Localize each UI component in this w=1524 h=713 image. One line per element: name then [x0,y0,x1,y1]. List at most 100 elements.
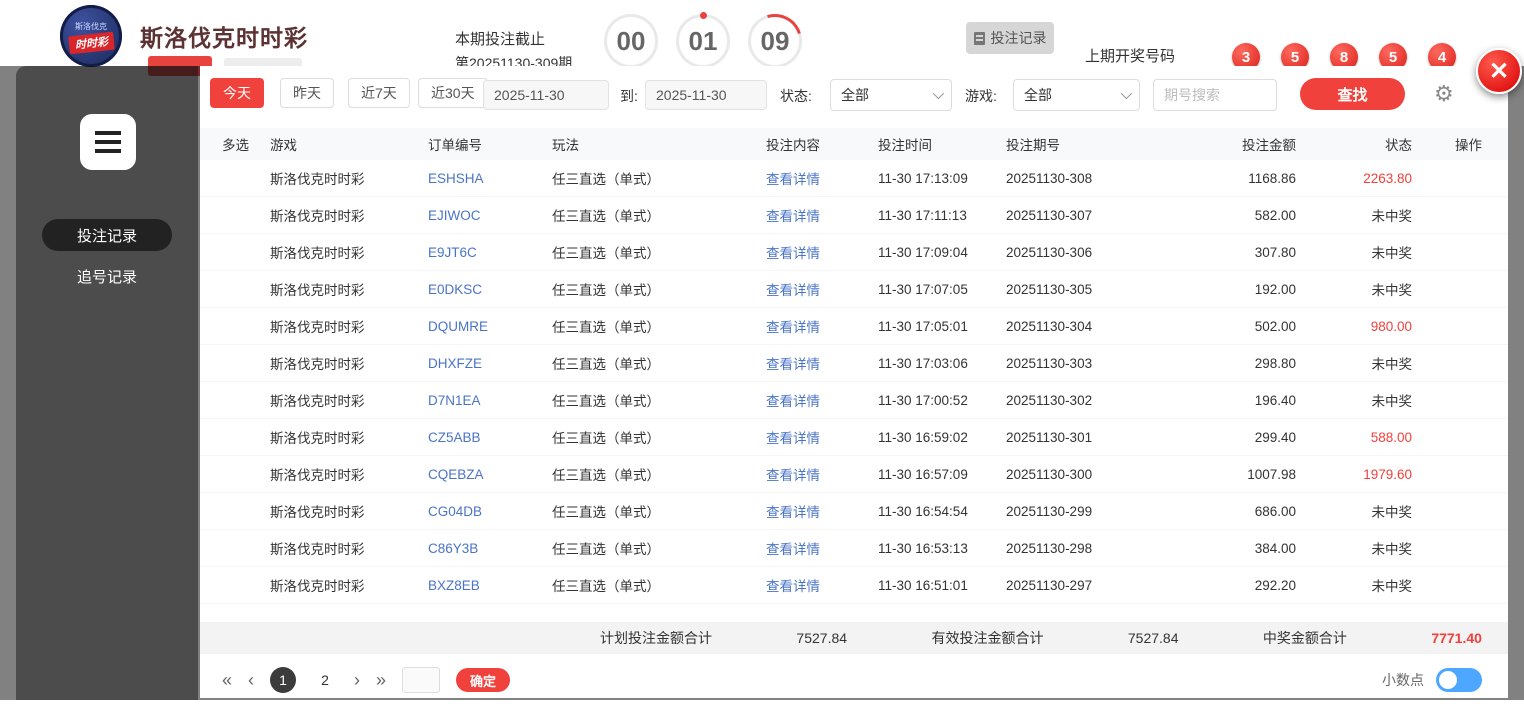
decimal-point-toggle[interactable] [1436,668,1482,692]
row-order-id[interactable]: CZ5ABB [428,430,552,445]
period-search-input[interactable] [1153,79,1277,111]
row-bet-time: 11-30 17:00:52 [878,392,968,408]
row-order-id[interactable]: BXZ8EB [428,578,552,593]
row-period: 20251130-302 [1006,392,1093,408]
row-order-id[interactable]: DHXFZE [428,356,552,371]
row-game: 斯洛伐克时时彩 [270,209,365,224]
view-detail-link[interactable]: 查看详情 [766,246,820,261]
col-bet-amount: 投注金额 [1242,138,1296,153]
plan-total-value: 7527.84 [796,630,848,646]
status-select[interactable]: 全部 [830,79,952,111]
win-total-label: 中奖金额合计 [1262,630,1347,646]
row-bet-time: 11-30 17:05:01 [878,318,968,334]
row-bet-time: 11-30 17:07:05 [878,281,968,297]
sidebar-item-bet-records[interactable]: 投注记录 [42,219,172,251]
first-page-button[interactable]: « [222,671,232,689]
plan-total-label: 计划投注金额合计 [600,630,712,646]
row-play-type: 任三直选（单式） [552,505,660,520]
last-page-button[interactable]: » [376,671,386,689]
row-game: 斯洛伐克时时彩 [270,505,365,520]
col-status: 状态 [1385,138,1412,153]
row-play-type: 任三直选（单式） [552,357,660,372]
row-period: 20251130-307 [1006,207,1093,223]
row-period: 20251130-305 [1006,281,1093,297]
row-game: 斯洛伐克时时彩 [270,431,365,446]
filter-yesterday-button[interactable]: 昨天 [280,78,334,108]
row-order-id[interactable]: CQEBZA [428,467,552,482]
row-play-type: 任三直选（单式） [552,431,660,446]
countdown-hours-value: 00 [616,25,646,56]
view-detail-link[interactable]: 查看详情 [766,283,820,298]
page-jump-input[interactable] [402,667,441,693]
col-order-id: 订单编号 [428,138,482,153]
view-detail-link[interactable]: 查看详情 [766,505,820,520]
row-period: 20251130-308 [1006,170,1093,186]
row-order-id[interactable]: E9JT6C [428,245,552,260]
logo-line1: 斯洛伐克 [75,21,107,31]
row-order-id[interactable]: DQUMRE [428,319,552,334]
view-detail-link[interactable]: 查看详情 [766,468,820,483]
lottery-logo: 斯洛伐克 时时彩 [60,5,122,67]
filter-7days-button[interactable]: 近7天 [348,78,410,108]
prev-page-button[interactable]: ‹ [248,671,254,689]
row-amount: 384.00 [1254,540,1296,556]
row-order-id[interactable]: E0DKSC [428,282,552,297]
view-detail-link[interactable]: 查看详情 [766,394,820,409]
view-detail-link[interactable]: 查看详情 [766,209,820,224]
next-page-button[interactable]: › [354,671,360,689]
date-from-input[interactable] [483,80,609,110]
row-game: 斯洛伐克时时彩 [270,172,365,187]
view-detail-link[interactable]: 查看详情 [766,357,820,372]
row-period: 20251130-300 [1006,466,1093,482]
table-header: 多选 游戏 订单编号 玩法 投注内容 投注时间 投注期号 投注金额 状态 操作 [200,128,1508,160]
close-modal-button[interactable]: ✕ [1476,48,1522,94]
row-order-id[interactable]: C86Y3B [428,541,552,556]
page-button-1[interactable]: 1 [270,667,297,693]
decimal-toggle-group: 小数点 [1382,668,1482,692]
row-bet-time: 11-30 16:53:13 [878,540,968,556]
view-detail-link[interactable]: 查看详情 [766,172,820,187]
game-select[interactable]: 全部 [1013,79,1140,111]
chevron-down-icon [1120,87,1133,100]
row-order-id[interactable]: CG04DB [428,504,552,519]
row-status: 1979.60 [1363,466,1412,482]
date-to-input[interactable] [645,80,767,110]
sidebar-item-chase-records[interactable]: 追号记录 [42,260,172,292]
search-button[interactable]: 查找 [1300,78,1405,110]
view-detail-link[interactable]: 查看详情 [766,542,820,557]
row-status: 未中奖 [1371,283,1413,298]
row-period: 20251130-306 [1006,244,1093,260]
row-period: 20251130-301 [1006,429,1093,445]
row-status: 未中奖 [1371,579,1413,594]
row-order-id[interactable]: D7N1EA [428,393,552,408]
page-jump-confirm-button[interactable]: 确定 [456,668,511,692]
row-play-type: 任三直选（单式） [552,542,660,557]
row-amount: 686.00 [1254,503,1296,519]
view-detail-link[interactable]: 查看详情 [766,579,820,594]
view-detail-link[interactable]: 查看详情 [766,320,820,335]
view-detail-link[interactable]: 查看详情 [766,431,820,446]
table-row: 斯洛伐克时时彩 E0DKSC 任三直选（单式） 查看详情 11-30 17:07… [200,271,1508,308]
row-order-id[interactable]: ESHSHA [428,171,552,186]
row-period: 20251130-297 [1006,577,1093,593]
row-amount: 582.00 [1254,207,1296,223]
row-status: 未中奖 [1371,394,1413,409]
row-order-id[interactable]: EJIWOC [428,208,552,223]
row-status: 未中奖 [1371,357,1413,372]
filter-today-button[interactable]: 今天 [210,78,264,108]
col-multi-select: 多选 [222,138,249,153]
bet-record-button[interactable]: 投注记录 [966,22,1054,54]
countdown-hours: 00 [604,14,658,68]
row-amount: 502.00 [1254,318,1296,334]
page-button-2[interactable]: 2 [312,667,338,693]
filter-30days-button[interactable]: 近30天 [418,78,488,108]
table-body: 斯洛伐克时时彩 ESHSHA 任三直选（单式） 查看详情 11-30 17:13… [200,160,1508,604]
gear-icon[interactable]: ⚙ [1434,81,1454,107]
modal-sidebar: 投注记录 追号记录 [16,66,198,700]
row-amount: 1007.98 [1247,466,1296,482]
row-play-type: 任三直选（单式） [552,283,660,298]
row-bet-time: 11-30 17:03:06 [878,355,968,371]
row-period: 20251130-298 [1006,540,1093,556]
countdown-seconds: 09 [738,4,812,78]
records-icon [80,114,136,170]
